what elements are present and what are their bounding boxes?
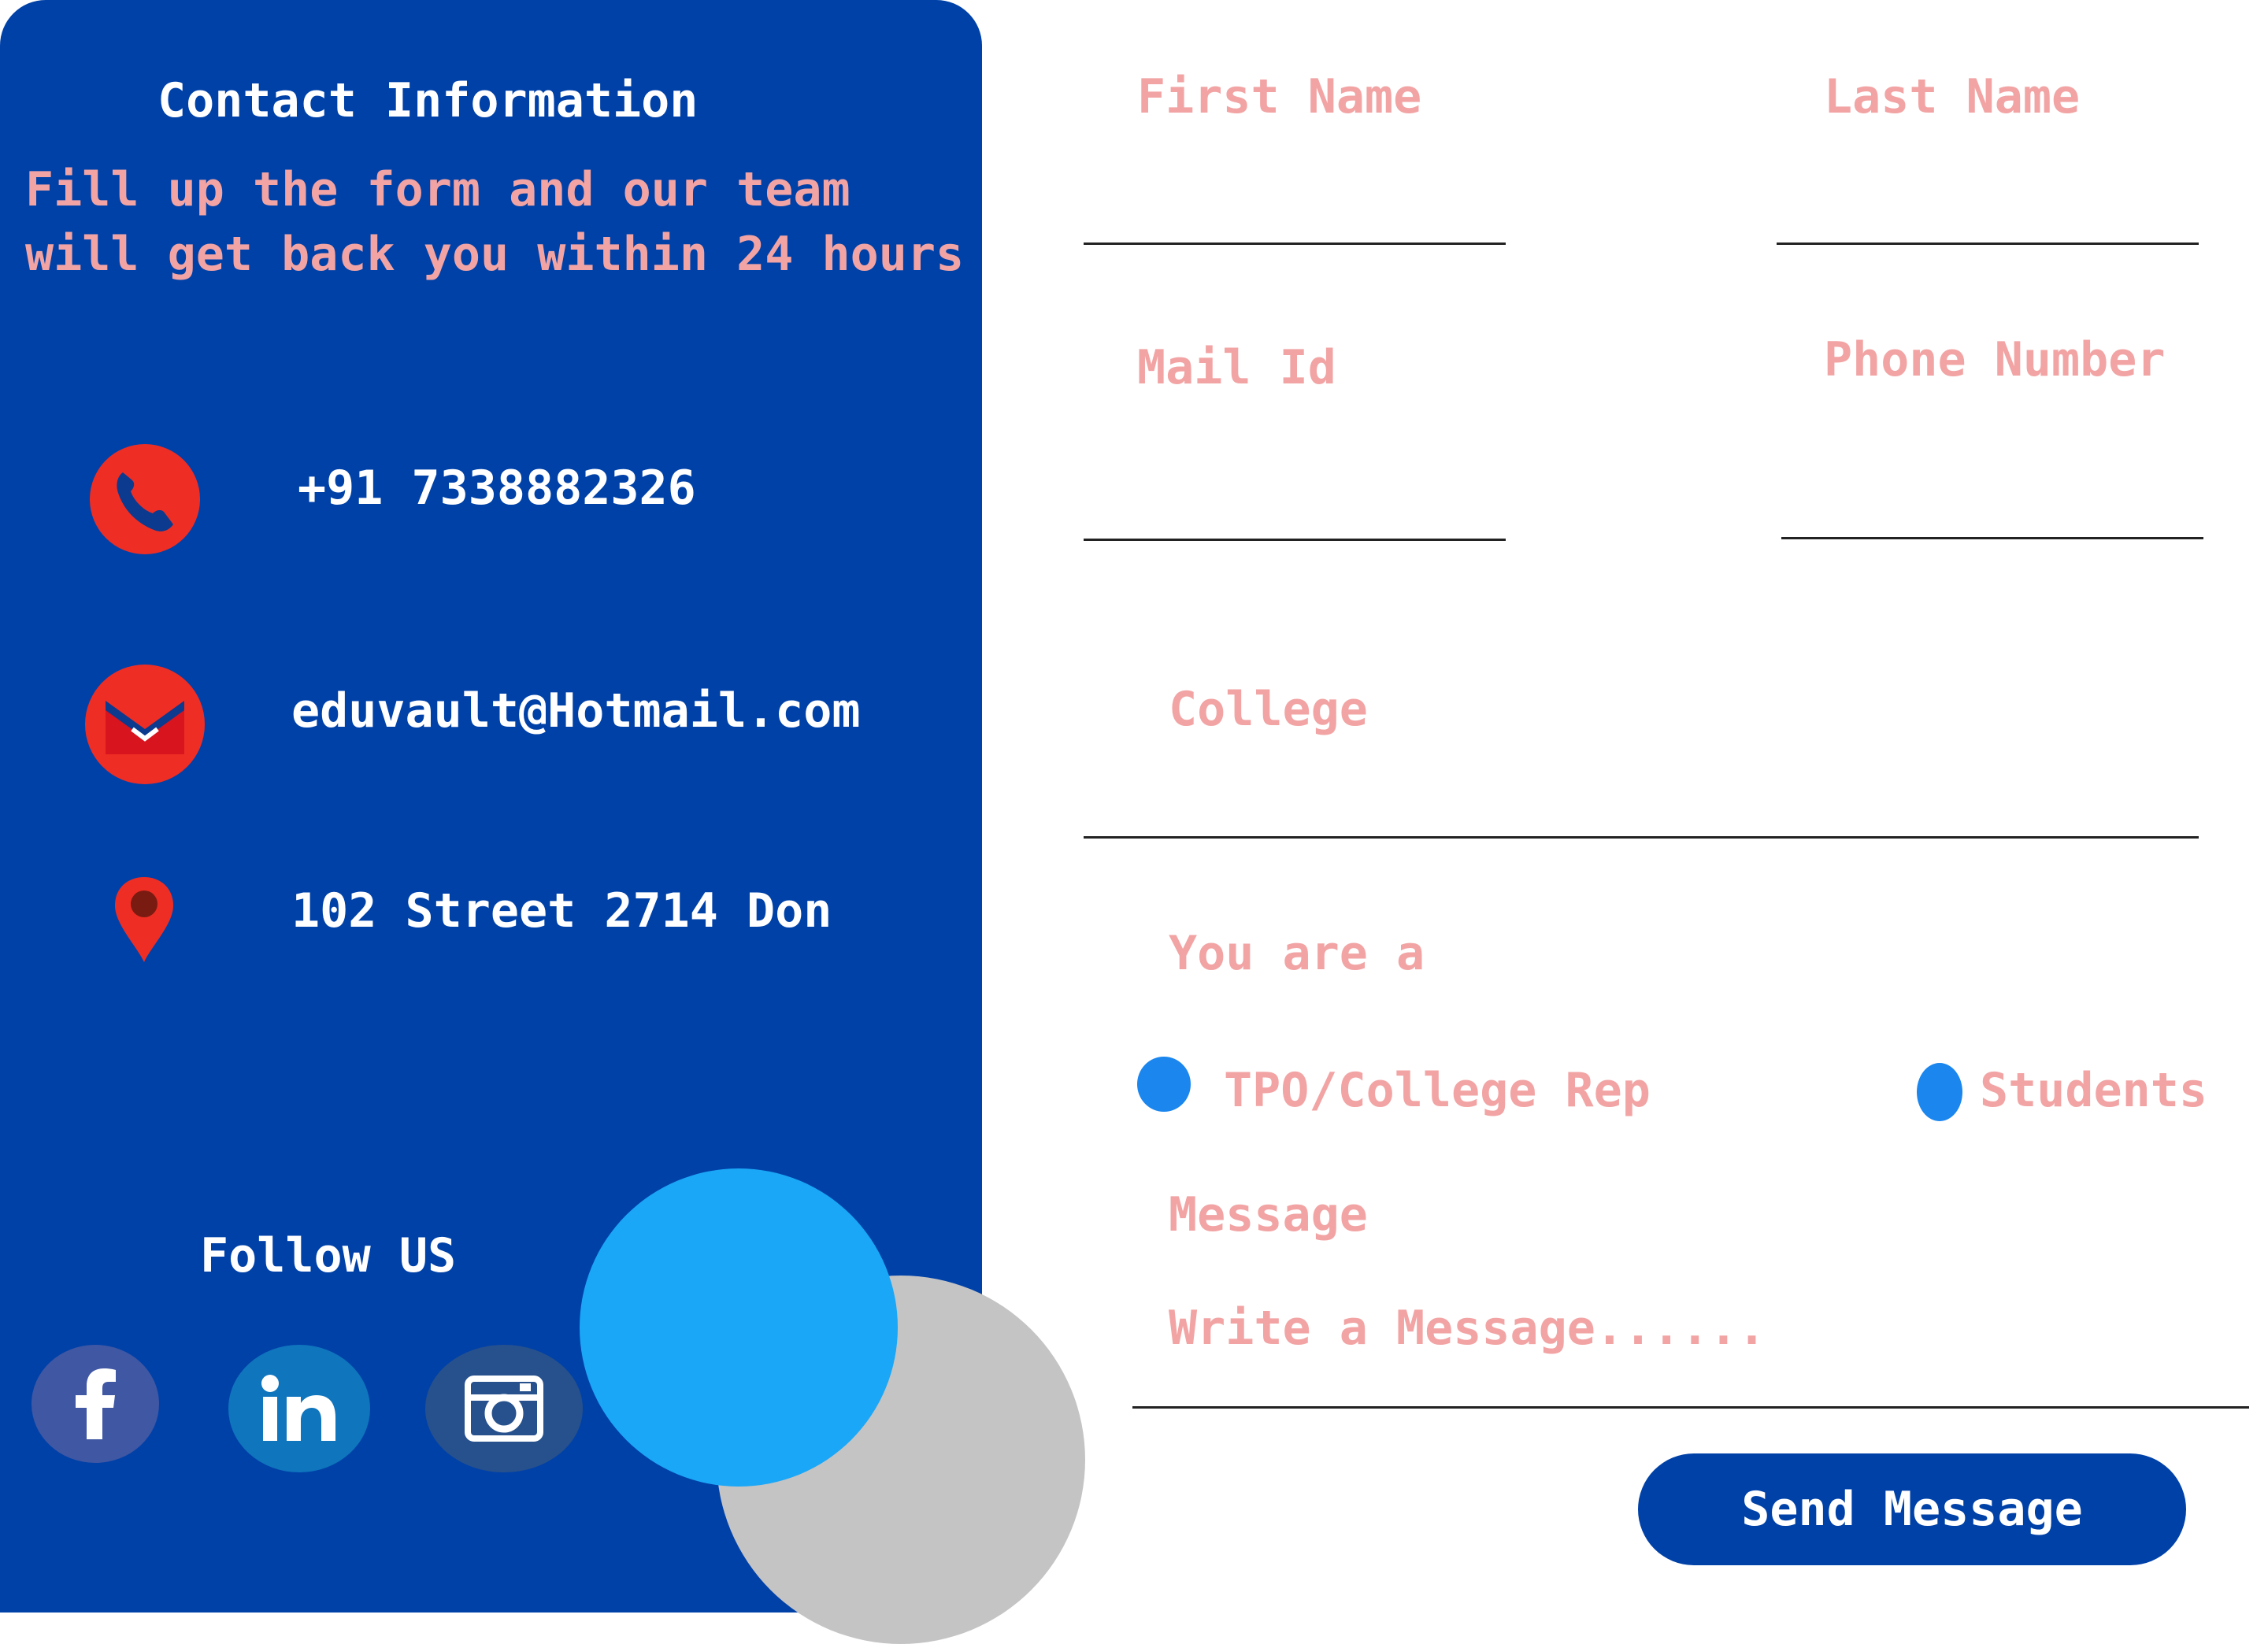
linkedin-icon[interactable] xyxy=(228,1345,370,1472)
radio-students-label[interactable]: Students xyxy=(1980,1063,2207,1118)
phone-number[interactable]: +91 7338882326 xyxy=(298,461,696,516)
mail-icon xyxy=(83,663,206,786)
message-label: Message xyxy=(1169,1187,1368,1242)
first-name-label: First Name xyxy=(1137,69,1422,124)
follow-us-title: Follow US xyxy=(200,1228,457,1283)
phone-number-field[interactable] xyxy=(1781,537,2203,539)
message-underline xyxy=(1132,1406,2249,1409)
send-message-button[interactable]: Send Message xyxy=(1638,1453,2186,1565)
last-name-field[interactable] xyxy=(1777,243,2199,245)
radio-tpo-label[interactable]: TPO/College Rep xyxy=(1224,1063,1651,1118)
college-field[interactable] xyxy=(1084,836,2199,839)
location-pin-icon xyxy=(113,876,175,964)
phone-number-label: Phone Number xyxy=(1824,332,2166,387)
first-name-field[interactable] xyxy=(1084,243,1506,245)
panel-subtitle: Fill up the form and our team will get b… xyxy=(25,162,965,282)
last-name-label: Last Name xyxy=(1824,69,2081,124)
decorative-blue-circle xyxy=(580,1168,898,1487)
facebook-icon[interactable] xyxy=(32,1345,159,1463)
instagram-icon[interactable] xyxy=(425,1345,583,1472)
phone-icon xyxy=(88,442,202,556)
radio-students[interactable] xyxy=(1917,1063,1962,1121)
message-input[interactable]: Write a Message...... xyxy=(1169,1301,1766,1356)
panel-title: Contact Information xyxy=(158,73,699,128)
college-label: College xyxy=(1169,682,1368,737)
mail-id-field[interactable] xyxy=(1084,539,1506,541)
mail-id-label: Mail Id xyxy=(1137,340,1336,395)
address: 102 Street 2714 Don xyxy=(291,883,832,939)
email-address[interactable]: eduvault@Hotmail.com xyxy=(291,683,860,739)
radio-tpo[interactable] xyxy=(1137,1057,1191,1112)
role-label: You are a xyxy=(1169,926,1425,981)
